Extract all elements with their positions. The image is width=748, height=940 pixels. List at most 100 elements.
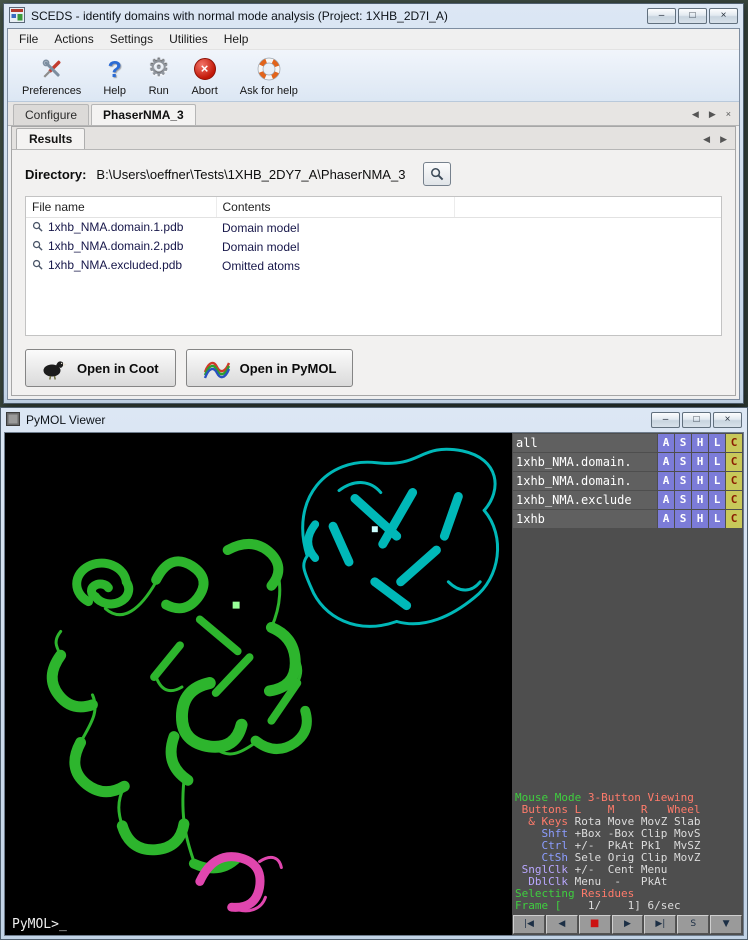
object-h-button[interactable]: H — [692, 510, 708, 528]
file-name-cell[interactable]: 1xhb_NMA.domain.1.pdb — [26, 218, 216, 238]
protein-structure[interactable] — [5, 433, 512, 935]
preferences-button[interactable]: Preferences — [14, 52, 89, 99]
movie-control-button[interactable]: ■ — [579, 915, 611, 934]
menu-file[interactable]: File — [11, 30, 46, 48]
results-scroll-left-icon[interactable]: ◀ — [701, 133, 712, 146]
object-c-button[interactable]: C — [726, 491, 742, 509]
menu-settings[interactable]: Settings — [102, 30, 161, 48]
movie-control-button[interactable]: ▶| — [644, 915, 676, 934]
object-l-button[interactable]: L — [709, 491, 725, 509]
movie-control-button[interactable]: ▼ — [710, 915, 742, 934]
coot-bird-icon — [42, 356, 68, 380]
object-name[interactable]: 1xhb_NMA.domain. — [513, 472, 657, 490]
movie-control-button[interactable]: |◀ — [513, 915, 545, 934]
object-row: 1xhbASHLC — [513, 510, 742, 528]
object-a-button[interactable]: A — [658, 510, 674, 528]
object-l-button[interactable]: L — [709, 472, 725, 490]
directory-row: Directory: B:\Users\oeffner\Tests\1XHB_2… — [25, 162, 722, 186]
open-in-pymol-button[interactable]: Open in PyMOL — [186, 349, 354, 387]
gear-icon: ⚙ — [148, 55, 170, 83]
run-label: Run — [149, 85, 169, 97]
object-c-button[interactable]: C — [726, 472, 742, 490]
question-icon: ? — [108, 55, 122, 83]
tab-scroll-right-icon[interactable]: ▶ — [707, 108, 718, 121]
file-name-cell[interactable]: 1xhb_NMA.excluded.pdb — [26, 256, 216, 275]
object-a-button[interactable]: A — [658, 491, 674, 509]
sceds-titlebar[interactable]: SCEDS - identify domains with normal mod… — [4, 4, 743, 28]
pymol-minimize-button[interactable]: – — [651, 412, 680, 428]
sceds-window: SCEDS - identify domains with normal mod… — [3, 3, 744, 404]
pymol-maximize-button[interactable]: □ — [682, 412, 711, 428]
tab-scroll-left-icon[interactable]: ◀ — [690, 108, 701, 121]
viewport[interactable]: PyMOL>_ — [5, 433, 512, 935]
tab-phasernma-3[interactable]: PhaserNMA_3 — [91, 104, 196, 125]
menu-utilities[interactable]: Utilities — [161, 30, 216, 48]
open-in-coot-label: Open in Coot — [77, 361, 159, 376]
ask-for-help-button[interactable]: Ask for help — [232, 52, 306, 99]
abort-button[interactable]: × Abort — [183, 52, 225, 99]
object-c-button[interactable]: C — [726, 510, 742, 528]
pymol-titlebar[interactable]: PyMOL Viewer – □ × — [1, 408, 747, 432]
command-prompt[interactable]: PyMOL>_ — [12, 917, 67, 932]
object-name[interactable]: 1xhb_NMA.exclude — [513, 491, 657, 509]
sceds-close-button[interactable]: × — [709, 8, 738, 24]
sceds-minimize-button[interactable]: – — [647, 8, 676, 24]
object-panel: allASHLC1xhb_NMA.domain.ASHLC1xhb_NMA.do… — [512, 433, 743, 528]
object-s-button[interactable]: S — [675, 491, 691, 509]
tab-close-icon[interactable]: × — [724, 108, 733, 121]
object-l-button[interactable]: L — [709, 453, 725, 471]
object-l-button[interactable]: L — [709, 510, 725, 528]
results-scroll-right-icon[interactable]: ▶ — [718, 133, 729, 146]
pymol-client-area: PyMOL>_ allASHLC1xhb_NMA.domain.ASHLC1xh… — [4, 432, 744, 936]
movie-control-button[interactable]: S — [677, 915, 709, 934]
sceds-app-icon[interactable] — [9, 7, 25, 26]
object-s-button[interactable]: S — [675, 510, 691, 528]
column-blank — [454, 197, 721, 218]
object-a-button[interactable]: A — [658, 453, 674, 471]
object-h-button[interactable]: H — [692, 491, 708, 509]
directory-label: Directory: — [25, 167, 86, 182]
preferences-label: Preferences — [22, 85, 81, 97]
run-button[interactable]: ⚙ Run — [140, 52, 178, 99]
object-l-button[interactable]: L — [709, 434, 725, 452]
magnifier-icon — [32, 221, 43, 235]
file-name-cell[interactable]: 1xhb_NMA.domain.2.pdb — [26, 237, 216, 256]
object-name[interactable]: 1xhb — [513, 510, 657, 528]
object-name[interactable]: 1xhb_NMA.domain. — [513, 453, 657, 471]
object-c-button[interactable]: C — [726, 453, 742, 471]
object-h-button[interactable]: H — [692, 434, 708, 452]
file-row[interactable]: 1xhb_NMA.domain.1.pdbDomain model — [26, 218, 721, 238]
menu-actions[interactable]: Actions — [46, 30, 101, 48]
results-frame: Results ◀ ▶ Directory: B:\Users\oeffner\… — [11, 126, 736, 396]
column-file-name[interactable]: File name — [26, 197, 216, 218]
browse-directory-button[interactable] — [423, 162, 451, 186]
pymol-app-icon[interactable] — [6, 412, 20, 429]
column-contents[interactable]: Contents — [216, 197, 454, 218]
selection-marker-green — [233, 602, 240, 609]
pymol-close-button[interactable]: × — [713, 412, 742, 428]
open-in-coot-button[interactable]: Open in Coot — [25, 349, 176, 387]
movie-control-button[interactable]: ▶ — [612, 915, 644, 934]
sceds-maximize-button[interactable]: □ — [678, 8, 707, 24]
object-s-button[interactable]: S — [675, 453, 691, 471]
movie-control-button[interactable]: ◀ — [546, 915, 578, 934]
help-button[interactable]: ? Help — [95, 52, 134, 99]
desktop: SCEDS - identify domains with normal mod… — [0, 0, 748, 940]
object-name[interactable]: all — [513, 434, 657, 452]
toolbar: Preferences ? Help ⚙ Run × Abort — [8, 50, 739, 102]
object-h-button[interactable]: H — [692, 472, 708, 490]
object-row: 1xhb_NMA.domain.ASHLC — [513, 453, 742, 471]
tab-configure[interactable]: Configure — [13, 104, 89, 125]
object-a-button[interactable]: A — [658, 434, 674, 452]
object-s-button[interactable]: S — [675, 472, 691, 490]
tab-results[interactable]: Results — [16, 128, 85, 149]
object-c-button[interactable]: C — [726, 434, 742, 452]
object-a-button[interactable]: A — [658, 472, 674, 490]
object-s-button[interactable]: S — [675, 434, 691, 452]
object-h-button[interactable]: H — [692, 453, 708, 471]
file-row[interactable]: 1xhb_NMA.excluded.pdbOmitted atoms — [26, 256, 721, 275]
magnifier-icon — [32, 259, 43, 273]
magnifier-icon — [430, 167, 444, 181]
file-row[interactable]: 1xhb_NMA.domain.2.pdbDomain model — [26, 237, 721, 256]
menu-help[interactable]: Help — [216, 30, 257, 48]
